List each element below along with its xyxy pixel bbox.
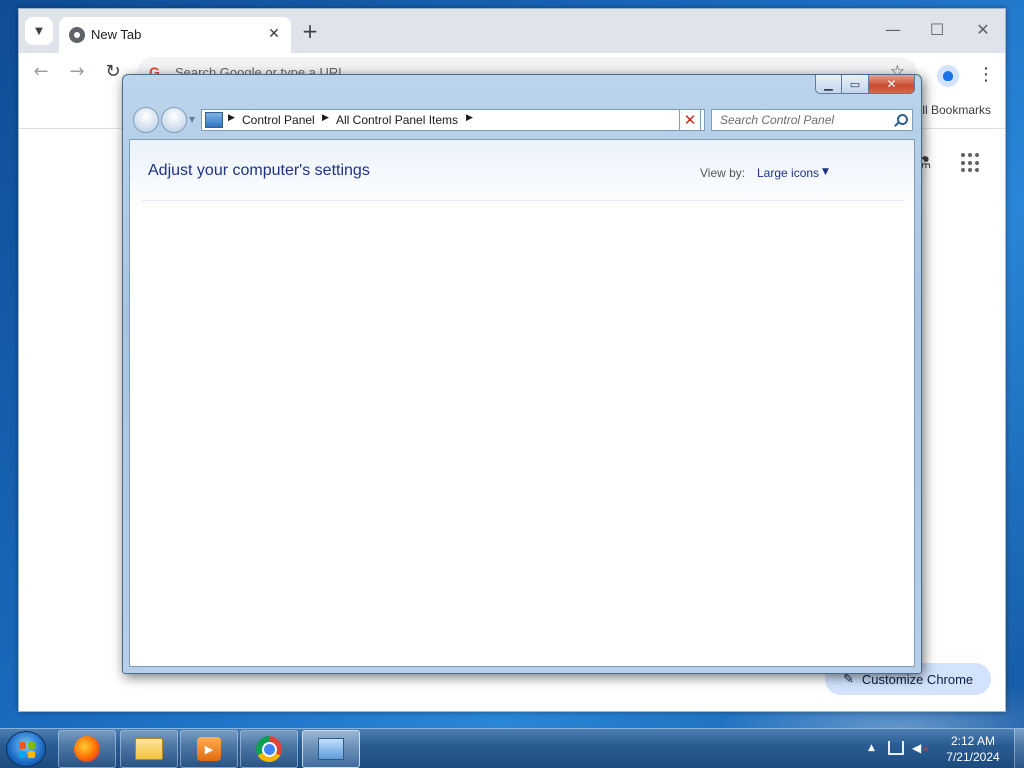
- tab-strip: ▼ New Tab ✕ + — ☐ ✕: [19, 9, 1005, 53]
- chrome-favicon-icon: [69, 27, 85, 43]
- divider: [142, 200, 904, 201]
- chrome-menu-icon[interactable]: ⋮: [977, 65, 995, 87]
- clock-time: 2:12 AM: [950, 734, 996, 748]
- taskbar: ▶ ▲ ◀ ✕ 2:12 AM 7/21/2024: [0, 728, 1024, 768]
- tab-search-button[interactable]: ▼: [25, 17, 53, 45]
- chevron-down-icon: ▼: [35, 25, 43, 37]
- content-pane: Adjust your computer's settings View by:…: [129, 139, 915, 667]
- chrome-minimize-button[interactable]: —: [881, 19, 905, 43]
- breadcrumb-arrow-icon[interactable]: ▶: [228, 113, 235, 123]
- taskbar-chrome[interactable]: [240, 730, 298, 768]
- breadcrumb-all-items[interactable]: All Control Panel Items: [336, 113, 458, 127]
- taskbar-explorer[interactable]: [120, 730, 178, 768]
- media-player-icon: ▶: [197, 737, 221, 761]
- cp-back-button[interactable]: [133, 107, 159, 133]
- search-placeholder: Search Control Panel: [720, 113, 835, 127]
- view-by-label: View by:: [700, 166, 746, 180]
- clock-date: 7/21/2024: [946, 750, 1000, 764]
- breadcrumb-arrow-icon[interactable]: ▶: [322, 113, 329, 123]
- address-clear-icon[interactable]: ✕: [679, 109, 701, 131]
- back-button[interactable]: ←: [29, 61, 53, 85]
- caption-buttons: ▁ ▭ ✕: [815, 75, 915, 95]
- cp-forward-button[interactable]: [161, 107, 187, 133]
- chrome-maximize-button[interactable]: ☐: [925, 19, 949, 43]
- view-by-dropdown[interactable]: Large icons: [757, 166, 819, 180]
- taskbar-firefox[interactable]: [58, 730, 116, 768]
- cp-maximize-button[interactable]: ▭: [842, 75, 869, 94]
- breadcrumb-arrow-icon[interactable]: ▶: [466, 113, 473, 123]
- windows-logo-icon: [19, 742, 35, 758]
- chrome-icon: [256, 736, 282, 762]
- tab-title: New Tab: [91, 27, 142, 42]
- new-tab-button[interactable]: +: [297, 19, 323, 45]
- show-hidden-icons-icon[interactable]: ▲: [868, 743, 875, 753]
- all-bookmarks-link[interactable]: All Bookmarks: [914, 103, 991, 117]
- breadcrumb-control-panel[interactable]: Control Panel: [242, 113, 315, 127]
- mute-icon: ✕: [922, 745, 930, 755]
- search-control-panel-input[interactable]: Search Control Panel: [711, 109, 913, 131]
- control-panel-icon: [318, 738, 344, 760]
- start-button[interactable]: [6, 731, 46, 767]
- folder-icon: [135, 738, 163, 760]
- nav-buttons: ▼: [133, 107, 195, 133]
- show-desktop-button[interactable]: [1014, 729, 1024, 768]
- cp-minimize-button[interactable]: ▁: [815, 75, 842, 94]
- taskbar-control-panel[interactable]: [302, 730, 360, 768]
- control-panel-window: ▁ ▭ ✕ ▼ ▶ Control Panel ▶ All Control Pa…: [122, 74, 922, 674]
- search-icon[interactable]: [893, 113, 908, 127]
- chrome-close-button[interactable]: ✕: [971, 19, 995, 43]
- tab-new-tab[interactable]: New Tab ✕: [59, 17, 291, 53]
- recent-pages-dropdown-icon[interactable]: ▼: [189, 115, 199, 125]
- address-bar[interactable]: ▶ Control Panel ▶ All Control Panel Item…: [201, 109, 705, 131]
- forward-button[interactable]: →: [65, 61, 89, 85]
- network-icon[interactable]: [888, 741, 904, 755]
- page-title: Adjust your computer's settings: [148, 162, 370, 179]
- clock[interactable]: 2:12 AM 7/21/2024: [938, 733, 1008, 765]
- profile-avatar-icon[interactable]: [937, 65, 959, 87]
- tab-close-icon[interactable]: ✕: [265, 25, 283, 43]
- cp-close-button[interactable]: ✕: [869, 75, 915, 94]
- chevron-down-icon[interactable]: ▼: [822, 167, 829, 177]
- taskbar-media-player[interactable]: ▶: [180, 730, 238, 768]
- google-apps-icon[interactable]: [961, 153, 981, 173]
- firefox-icon: [74, 736, 100, 762]
- control-panel-icon: [205, 112, 223, 128]
